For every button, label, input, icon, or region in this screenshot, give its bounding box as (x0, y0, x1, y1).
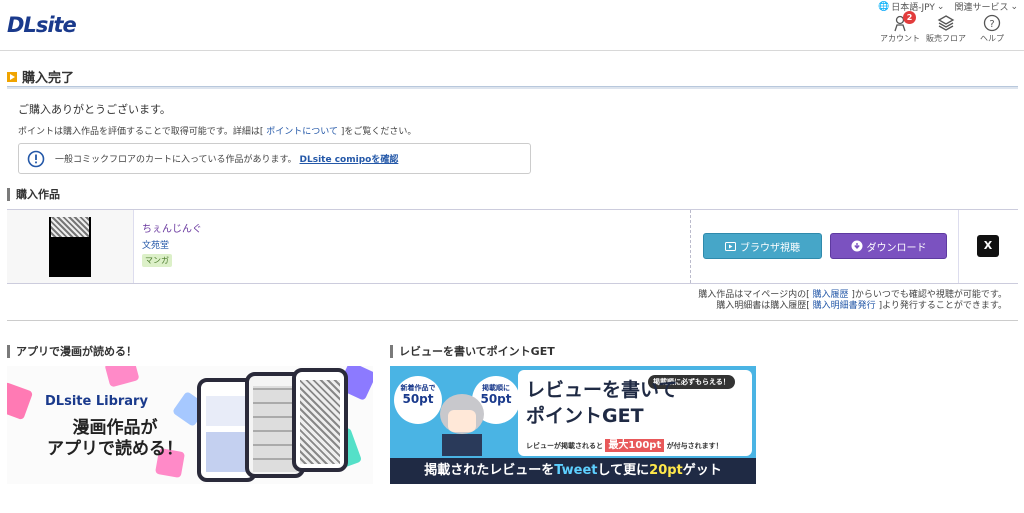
tweet-bonus-strip: 掲載されたレビューをTweetして更に20ptゲット (390, 458, 756, 484)
download-icon (851, 240, 862, 252)
x-share-icon[interactable]: X (977, 235, 999, 257)
share-cell: X (959, 210, 1018, 283)
phone-mockup-image (292, 368, 348, 472)
item-thumbnail[interactable] (49, 217, 91, 277)
app-banner-text: 漫画作品が アプリで読める！ (47, 418, 183, 459)
section-marker (7, 187, 10, 201)
chevron-down-icon: ⌄ (1010, 1, 1018, 12)
notification-badge: 2 (903, 11, 916, 24)
sales-floor-button[interactable]: 販売フロア (926, 14, 966, 44)
receipt-issue-link[interactable]: 購入明細書発行 (813, 301, 876, 311)
help-button[interactable]: ? ヘルプ (972, 14, 1012, 44)
layers-icon (937, 15, 955, 31)
item-title-link[interactable]: ちぇんじんぐ (142, 220, 202, 235)
review-title: レビューを書いて ポイントGET (526, 379, 678, 427)
related-services-menu[interactable]: 関連サービス ⌄ (954, 0, 1018, 14)
section-marker (390, 344, 393, 358)
purchase-history-link[interactable]: 購入履歴 (812, 290, 848, 300)
item-genre-tag: マンガ (142, 254, 172, 267)
points-info-link[interactable]: ポイントについて (266, 127, 338, 137)
item-circle-link[interactable]: 文苑堂 (142, 238, 169, 251)
purchased-item-row: ちぇんじんぐ 文苑堂 マンガ ブラウザ視聴 ダウンロード X (7, 209, 1018, 284)
max-points-line: レビューが掲載されると 最大100pt が付与されます！ (526, 439, 723, 452)
review-campaign-banner[interactable]: 新着作品で 50pt 掲載順に 50pt 掲載順に必ずもらえる！ レビューを書い… (390, 366, 756, 484)
app-banner-heading: アプリで漫画が読める！ (7, 343, 137, 359)
thanks-message: ご購入ありがとうございます。 (18, 103, 171, 116)
purchased-heading: 購入作品 (7, 186, 60, 202)
cart-notice: 一般コミックフロアのカートに入っている作品があります。 DLsite comip… (18, 143, 531, 174)
item-info-cell: ちぇんじんぐ 文苑堂 マンガ (134, 210, 691, 283)
points-note: ポイントは購入作品を評価することで取得可能です。詳細は[ ポイントについて ]を… (18, 127, 417, 137)
chevron-down-icon: ⌄ (936, 1, 945, 12)
character-illustration (434, 394, 490, 456)
browser-view-button[interactable]: ブラウザ視聴 (703, 233, 822, 259)
dlsite-library-banner[interactable]: DLsite Library 漫画作品が アプリで読める！ (7, 366, 373, 484)
site-header: DLsite 🌐 日本語-JPY ⌄ 関連サービス ⌄ 2 アカウント 販売フロ… (0, 0, 1024, 51)
page-title: 購入完了 (7, 67, 74, 86)
header-icons: 2 アカウント 販売フロア ? ヘルプ (880, 11, 1012, 44)
review-panel: 掲載順に必ずもらえる！ レビューを書いて ポイントGET レビューが掲載されると… (518, 370, 752, 456)
section-divider (7, 320, 1018, 321)
dlsite-logo[interactable]: DLsite (7, 13, 77, 37)
title-divider (7, 86, 1018, 89)
item-thumbnail-cell (7, 210, 134, 283)
globe-icon: 🌐 (878, 1, 890, 12)
item-action-cell: ブラウザ視聴 ダウンロード (691, 210, 959, 283)
dlsite-library-logo: DLsite Library (45, 394, 148, 409)
section-marker (7, 344, 10, 358)
play-icon (725, 241, 736, 251)
purchase-history-note: 購入作品はマイページ内の[ 購入履歴 ]からいつでも確認や視聴が可能です。 購入… (698, 290, 1007, 311)
download-button[interactable]: ダウンロード (830, 233, 947, 259)
comipo-link[interactable]: DLsite comipoを確認 (300, 155, 399, 165)
review-banner-heading: レビューを書いてポイントGET (390, 343, 555, 359)
account-button[interactable]: 2 アカウント (880, 11, 920, 44)
info-icon (27, 150, 45, 167)
title-marker-icon (7, 71, 17, 82)
help-icon: ? (983, 14, 1001, 32)
top-links: 🌐 日本語-JPY ⌄ 関連サービス ⌄ (878, 0, 1018, 14)
svg-text:?: ? (989, 19, 994, 30)
